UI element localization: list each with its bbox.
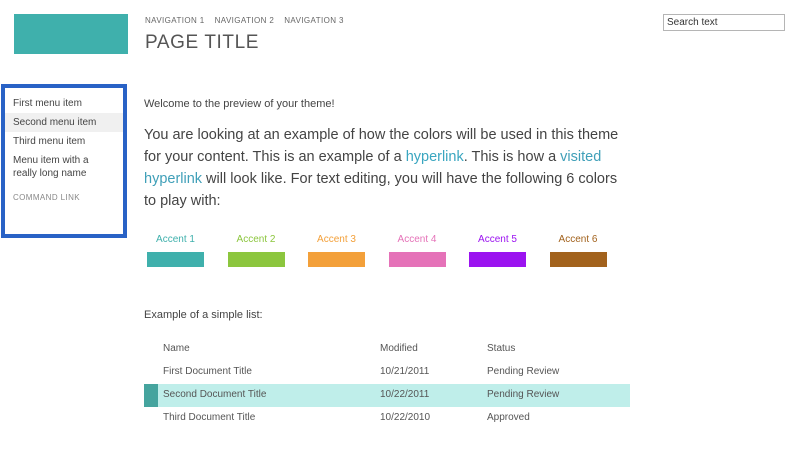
accent-label: Accent 6 [558, 234, 598, 245]
document-name[interactable]: First Document Title [163, 366, 252, 377]
accent-1: Accent 1 [147, 234, 204, 267]
accent-5: Accent 5 [469, 234, 526, 267]
document-name[interactable]: Third Document Title [163, 412, 255, 423]
intro-paragraph: You are looking at an example of how the… [144, 124, 624, 212]
sidebar-item-second[interactable]: Second menu item [5, 113, 123, 132]
accent-swatch [308, 252, 365, 267]
column-header-status[interactable]: Status [487, 343, 515, 354]
table-row[interactable]: First Document Title 10/21/2011 Pending … [144, 361, 630, 384]
accent-swatch [147, 252, 204, 267]
list-caption: Example of a simple list: [144, 309, 263, 321]
document-list: Name Modified Status First Document Titl… [144, 338, 630, 430]
column-header-name[interactable]: Name [163, 343, 190, 354]
column-header-modified[interactable]: Modified [380, 343, 418, 354]
accent-label: Accent 3 [317, 234, 356, 245]
page-title: PAGE TITLE [145, 32, 260, 53]
nav-item-2[interactable]: NAVIGATION 2 [215, 16, 275, 25]
document-modified: 10/22/2010 [380, 412, 431, 423]
selection-marker[interactable] [144, 384, 158, 407]
table-row-selected[interactable]: Second Document Title 10/22/2011 Pending… [144, 384, 630, 407]
accent-swatch [227, 252, 285, 267]
accent-6: Accent 6 [549, 234, 607, 267]
hyperlink[interactable]: hyperlink [406, 149, 464, 165]
accent-label: Accent 4 [397, 234, 437, 245]
document-modified: 10/21/2011 [380, 366, 430, 377]
intro-text-3: will look like. For text editing, you wi… [144, 171, 618, 209]
accent-2: Accent 2 [227, 234, 285, 267]
accent-label: Accent 5 [478, 234, 517, 245]
document-name[interactable]: Second Document Title [163, 389, 266, 400]
site-logo[interactable] [14, 14, 128, 54]
accent-3: Accent 3 [308, 234, 365, 267]
sidebar-item-long-name[interactable]: Menu item with a really long name [5, 151, 121, 183]
accent-swatch [549, 252, 607, 267]
accent-label: Accent 2 [236, 234, 276, 245]
table-row[interactable]: Third Document Title 10/22/2010 Approved [144, 407, 630, 430]
nav-item-1[interactable]: NAVIGATION 1 [145, 16, 205, 25]
sidebar-item-first[interactable]: First menu item [5, 94, 123, 113]
sidebar-item-third[interactable]: Third menu item [5, 132, 123, 151]
side-navigation: First menu item Second menu item Third m… [1, 84, 127, 238]
document-modified: 10/22/2011 [380, 389, 430, 400]
document-status: Pending Review [487, 366, 560, 377]
welcome-text: Welcome to the preview of your theme! [144, 98, 335, 110]
document-status: Approved [487, 412, 530, 423]
accent-label: Accent 1 [156, 234, 195, 245]
accent-swatch [388, 252, 446, 267]
search-input[interactable] [663, 14, 785, 31]
accent-swatch [469, 252, 526, 267]
accent-4: Accent 4 [388, 234, 446, 267]
command-link[interactable]: COMMAND LINK [5, 183, 123, 202]
nav-item-3[interactable]: NAVIGATION 3 [284, 16, 344, 25]
top-navigation: NAVIGATION 1 NAVIGATION 2 NAVIGATION 3 [145, 16, 344, 25]
document-status: Pending Review [487, 389, 560, 400]
list-header-row: Name Modified Status [144, 338, 630, 361]
intro-text-2: . This is how a [463, 149, 561, 165]
